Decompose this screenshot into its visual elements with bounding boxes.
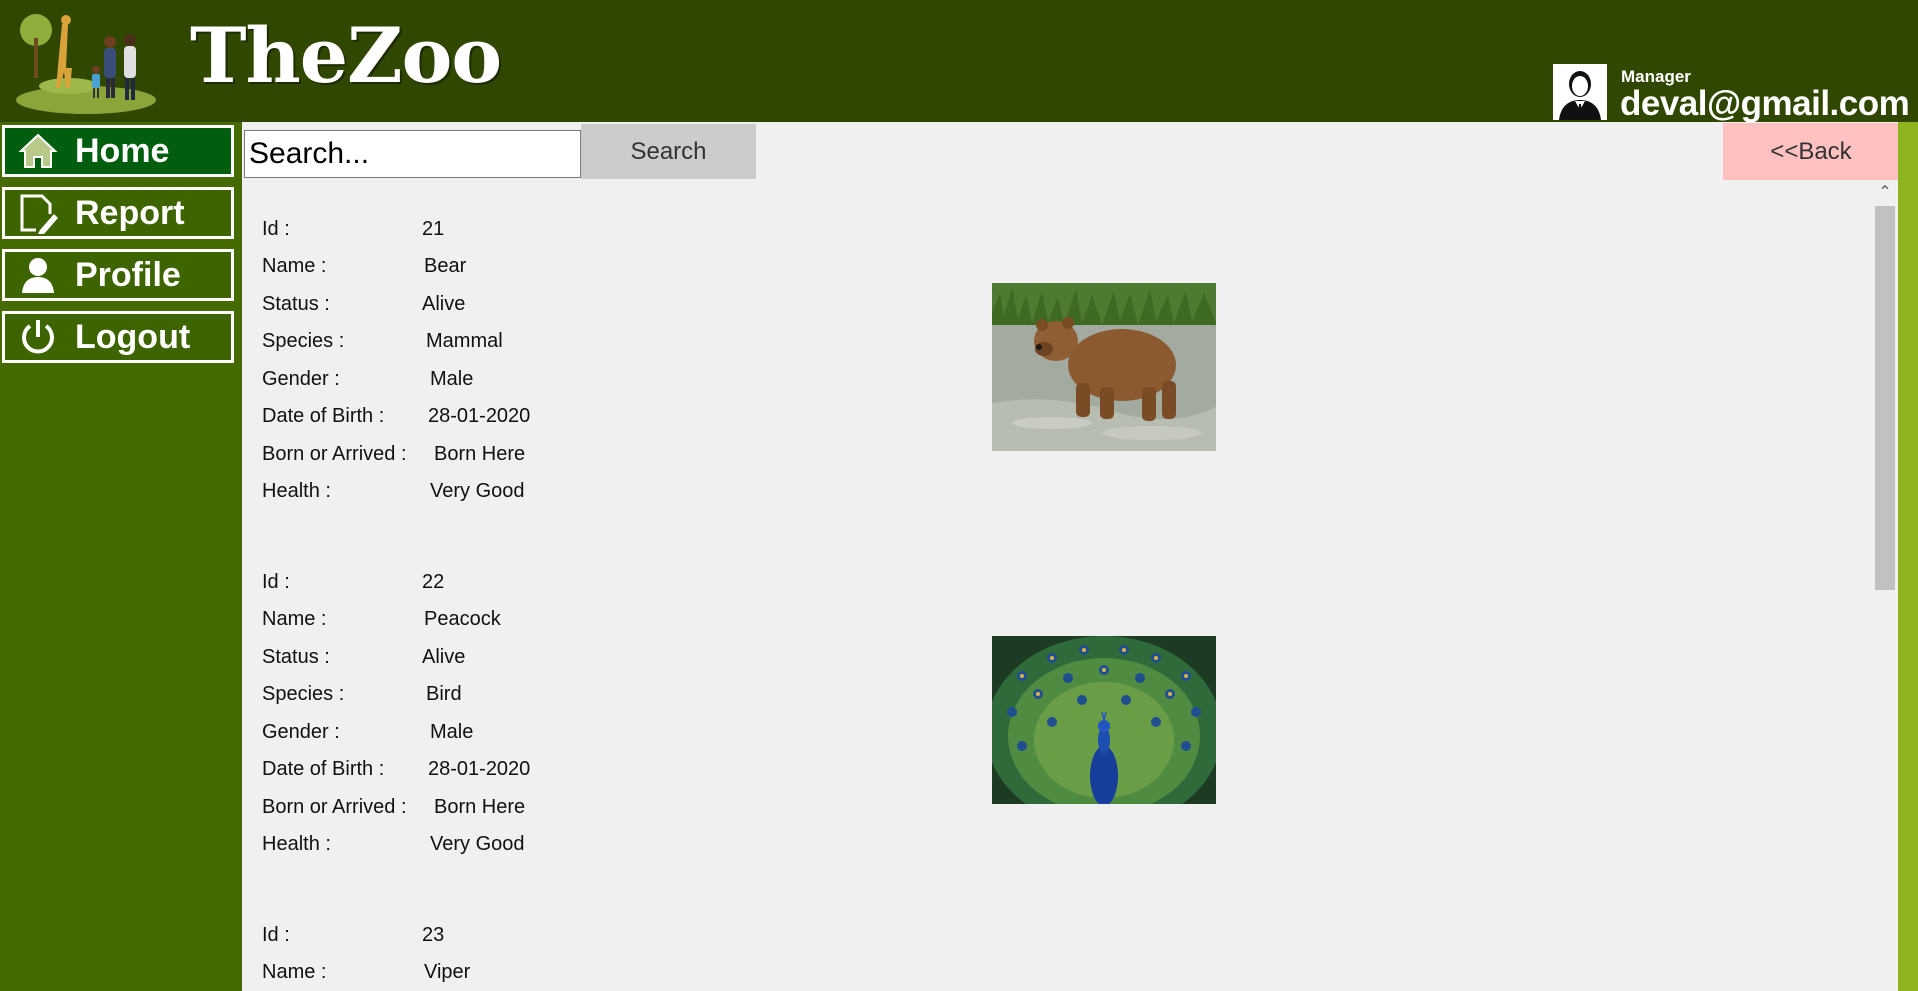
zoo-family-logo [16, 14, 156, 114]
name-value: Peacock [424, 608, 501, 630]
species-label: Species : [262, 330, 345, 352]
gender-label: Gender : [262, 368, 340, 390]
home-icon [15, 128, 61, 174]
bear-photo [992, 283, 1216, 451]
gender-value: Male [430, 368, 474, 390]
name-value: Viper [424, 961, 471, 983]
dob-label: Date of Birth : [262, 758, 385, 780]
id-value: 22 [422, 571, 445, 593]
nav-home-button[interactable]: Home [2, 125, 234, 177]
animal-record: Id : 23 Name : Viper [262, 924, 1262, 991]
right-accent-strip [1898, 122, 1918, 991]
id-value: 23 [422, 924, 445, 946]
scroll-up-arrow-icon[interactable]: ⌃ [1873, 180, 1897, 204]
profile-icon [15, 252, 61, 298]
status-value: Alive [422, 293, 466, 315]
back-button[interactable]: <<Back [1723, 123, 1899, 180]
gender-value: Male [430, 721, 474, 743]
species-value: Bird [426, 683, 462, 705]
species-label: Species : [262, 683, 345, 705]
animal-record: Id : 21 Name : Bear Status : Alive Speci… [262, 218, 1262, 548]
origin-label: Born or Arrived : [262, 796, 407, 818]
name-value: Bear [424, 255, 467, 277]
scrollbar-thumb[interactable] [1875, 206, 1895, 590]
user-email: deval@gmail.com [1620, 84, 1910, 123]
id-label: Id : [262, 571, 290, 593]
animal-record: Id : 22 Name : Peacock Status : Alive Sp… [262, 571, 1262, 901]
name-label: Name : [262, 255, 327, 277]
health-label: Health : [262, 480, 331, 502]
dob-value: 28-01-2020 [428, 405, 531, 427]
brand-title: TheZoo [190, 11, 502, 100]
peacock-photo [992, 636, 1216, 804]
id-label: Id : [262, 218, 290, 240]
dob-label: Date of Birth : [262, 405, 385, 427]
species-value: Mammal [426, 330, 503, 352]
status-label: Status : [262, 293, 330, 315]
search-button[interactable]: Search [581, 124, 756, 179]
sidebar: Home Report Profile Logout [0, 122, 242, 991]
origin-value: Born Here [434, 443, 526, 465]
health-value: Very Good [430, 480, 525, 502]
status-value: Alive [422, 646, 466, 668]
status-label: Status : [262, 646, 330, 668]
id-value: 21 [422, 218, 445, 240]
nav-logout-button[interactable]: Logout [2, 311, 234, 363]
health-value: Very Good [430, 833, 525, 855]
nav-report-label: Report [75, 193, 185, 232]
nav-home-label: Home [75, 131, 170, 170]
report-icon [15, 190, 61, 236]
nav-profile-button[interactable]: Profile [2, 249, 234, 301]
logout-icon [15, 314, 61, 360]
origin-value: Born Here [434, 796, 526, 818]
nav-logout-label: Logout [75, 317, 191, 356]
user-avatar-icon [1553, 64, 1607, 120]
name-label: Name : [262, 608, 327, 630]
search-input[interactable] [244, 130, 581, 178]
dob-value: 28-01-2020 [428, 758, 531, 780]
origin-label: Born or Arrived : [262, 443, 407, 465]
health-label: Health : [262, 833, 331, 855]
app-header: TheZoo Manager deval@gmail.com [0, 0, 1918, 123]
id-label: Id : [262, 924, 290, 946]
nav-report-button[interactable]: Report [2, 187, 234, 239]
gender-label: Gender : [262, 721, 340, 743]
name-label: Name : [262, 961, 327, 983]
nav-profile-label: Profile [75, 255, 181, 294]
